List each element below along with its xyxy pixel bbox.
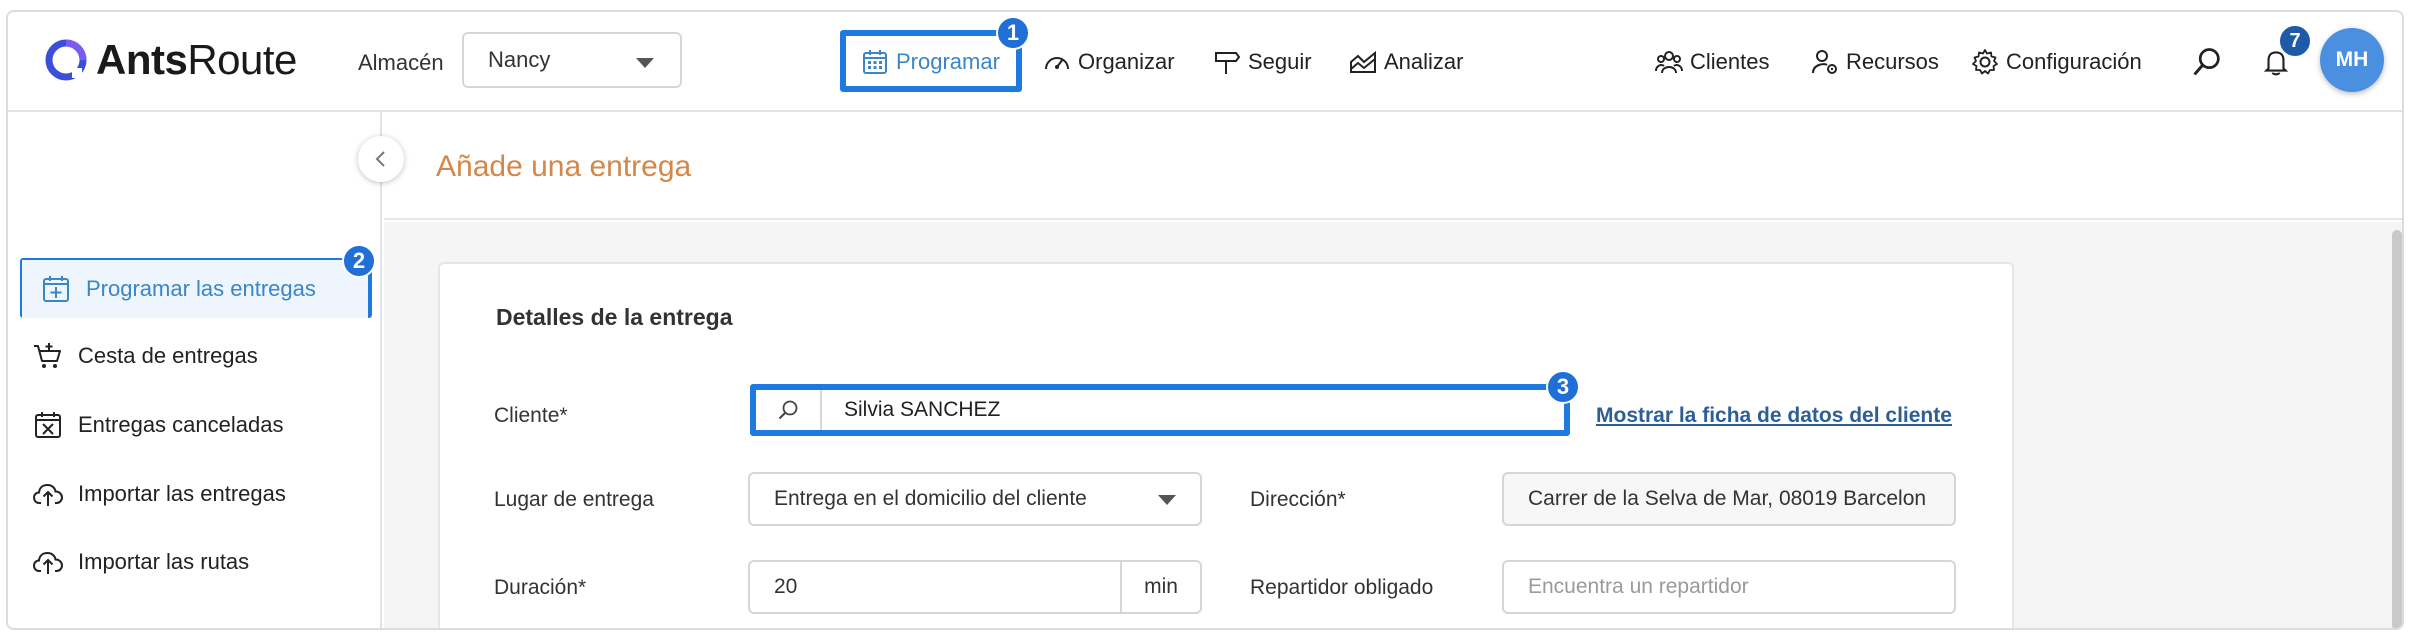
vertical-scrollbar[interactable] — [2392, 230, 2402, 628]
calendar-plus-icon — [43, 276, 69, 302]
top-header: AntsRoute Almacén Nancy Programar 1 Orga… — [8, 12, 2402, 112]
direccion-label: Dirección* — [1250, 488, 1346, 511]
duracion-field[interactable]: 20 min — [748, 560, 1202, 614]
nav-recursos-label: Recursos — [1846, 49, 1939, 74]
sidebar-item-importar-rutas[interactable]: Importar las rutas — [32, 536, 249, 588]
nav-configuracion-label: Configuración — [2006, 49, 2142, 74]
sidebar-item-cesta-entregas[interactable]: Cesta de entregas — [32, 330, 258, 382]
user-gear-icon — [1812, 50, 1837, 74]
antsroute-logo-icon — [45, 39, 87, 81]
avatar[interactable]: MH — [2320, 28, 2384, 92]
page-title: Añade una entrega — [436, 150, 692, 183]
repartidor-field[interactable]: Encuentra un repartidor — [1502, 560, 1956, 614]
sidebar-item-importar-entregas[interactable]: Importar las entregas — [32, 468, 286, 520]
calendar-icon — [863, 50, 887, 74]
step-badge-2: 2 — [342, 244, 376, 278]
logo-text: AntsRoute — [96, 36, 297, 83]
logo[interactable]: AntsRoute — [44, 36, 297, 84]
nav-organizar-label: Organizar — [1078, 49, 1175, 74]
duracion-value: 20 — [774, 575, 798, 598]
cloud-upload-icon — [32, 483, 64, 506]
warehouse-select[interactable]: Nancy — [462, 32, 682, 88]
duracion-unit: min — [1120, 562, 1200, 612]
gear-icon — [1972, 49, 1998, 75]
nav-recursos[interactable]: Recursos — [1810, 36, 1939, 88]
chevron-down-icon — [1158, 495, 1176, 505]
lugar-select[interactable]: Entrega en el domicilio del cliente — [748, 472, 1202, 526]
cliente-search-field[interactable]: Silvia SANCHEZ — [750, 384, 1570, 436]
notification-count-badge: 7 — [2278, 24, 2312, 58]
sidebar-item-label: Importar las rutas — [78, 549, 250, 574]
sidebar-item-label: Programar las entregas — [86, 276, 316, 301]
calendar-x-icon — [35, 412, 61, 438]
nav-analizar-label: Analizar — [1384, 49, 1464, 74]
sidebar-item-label: Importar las entregas — [78, 481, 286, 506]
app-window: AntsRoute Almacén Nancy Programar 1 Orga… — [6, 10, 2404, 630]
sidebar-item-label: Cesta de entregas — [78, 343, 258, 368]
search-button[interactable] — [2190, 36, 2224, 88]
basket-icon — [34, 343, 61, 368]
section-title: Detalles de la entrega — [496, 304, 733, 330]
sidebar-item-programar-entregas[interactable]: Programar las entregas — [22, 260, 368, 318]
cliente-input[interactable]: Silvia SANCHEZ — [822, 398, 1000, 422]
nav-programar-label: Programar — [896, 49, 1000, 74]
sidebar-item-entregas-canceladas[interactable]: Entregas canceladas — [32, 399, 283, 451]
nav-organizar[interactable]: Organizar — [1042, 36, 1175, 88]
direccion-value: Carrer de la Selva de Mar, 08019 Barcelo… — [1528, 487, 1927, 510]
cliente-label: Cliente* — [494, 404, 568, 427]
area-chart-icon — [1350, 50, 1376, 73]
sidebar-item-label: Entregas canceladas — [78, 412, 284, 437]
warehouse-label: Almacén — [358, 50, 444, 75]
cliente-search-icon-wrap — [756, 390, 822, 430]
lugar-label: Lugar de entrega — [494, 488, 654, 511]
repartidor-label: Repartidor obligado — [1250, 576, 1434, 599]
chevron-left-icon — [375, 151, 385, 167]
users-icon — [1655, 51, 1683, 74]
duracion-label: Duración* — [494, 576, 587, 599]
search-icon — [778, 400, 798, 420]
warehouse-selected-value: Nancy — [488, 47, 551, 72]
nav-clientes-label: Clientes — [1690, 49, 1770, 74]
show-client-details-link[interactable]: Mostrar la ficha de datos del cliente — [1596, 404, 1952, 428]
nav-seguir-label: Seguir — [1248, 49, 1312, 74]
nav-analizar[interactable]: Analizar — [1348, 36, 1463, 88]
nav-clientes[interactable]: Clientes — [1654, 36, 1769, 88]
signpost-icon — [1215, 52, 1241, 74]
nav-programar[interactable]: Programar — [860, 36, 1000, 88]
cloud-upload-icon — [32, 551, 64, 574]
step-badge-1: 1 — [996, 16, 1030, 50]
search-icon — [2193, 48, 2220, 76]
step-badge-3: 3 — [1546, 370, 1580, 404]
lugar-selected-value: Entrega en el domicilio del cliente — [774, 487, 1087, 510]
direccion-field[interactable]: Carrer de la Selva de Mar, 08019 Barcelo… — [1502, 472, 1956, 526]
page-title-bar: Añade una entrega — [384, 112, 2402, 220]
chevron-down-icon — [636, 58, 654, 68]
nav-configuracion[interactable]: Configuración — [1970, 36, 2142, 88]
speedometer-icon — [1045, 57, 1069, 70]
nav-seguir[interactable]: Seguir — [1212, 36, 1312, 88]
repartidor-placeholder: Encuentra un repartidor — [1528, 575, 1749, 598]
sidebar-collapse-button[interactable] — [358, 136, 404, 182]
